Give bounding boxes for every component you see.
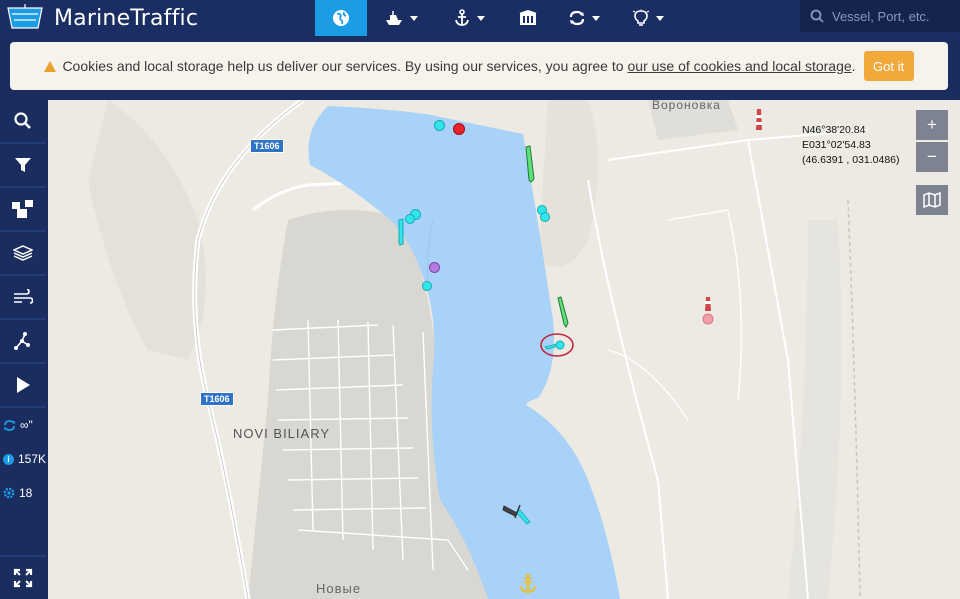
- cookie-policy-link[interactable]: our use of cookies and local storage: [628, 58, 852, 74]
- place-label-novye: Новые: [316, 581, 362, 596]
- stat-nearby[interactable]: 18: [0, 476, 46, 510]
- vessel-icon[interactable]: [397, 218, 405, 246]
- building-icon: [519, 10, 537, 25]
- nav-services[interactable]: [503, 0, 553, 36]
- stat-refresh[interactable]: ∞": [0, 408, 46, 442]
- logo[interactable]: MarineTraffic: [0, 0, 198, 36]
- fleet-icon: [12, 200, 33, 218]
- left-sidebar: ∞" i 157K 18: [0, 100, 46, 599]
- lighthouse-icon[interactable]: [701, 296, 715, 326]
- wind-icon: [14, 289, 33, 304]
- got-it-button[interactable]: Got it: [863, 51, 914, 81]
- map-icon: [923, 192, 941, 208]
- chevron-down-icon: [477, 15, 485, 21]
- marinetraffic-app: MarineTraffic Vessel, Port, etc. Cookies…: [0, 0, 960, 599]
- lightbulb-icon: [632, 9, 650, 26]
- sidebar-search-button[interactable]: [0, 100, 46, 144]
- nearby-count-value: 18: [19, 486, 33, 500]
- selected-vessel[interactable]: [540, 332, 576, 358]
- ship-icon: [386, 11, 402, 25]
- vessel-icon[interactable]: [501, 500, 533, 528]
- play-icon: [17, 377, 30, 393]
- sidebar-layers-button[interactable]: [0, 232, 46, 276]
- vessel-marker[interactable]: [540, 212, 550, 222]
- search-box: [800, 0, 960, 32]
- railway: [847, 199, 861, 599]
- app-title: MarineTraffic: [54, 5, 199, 31]
- vessel-icon[interactable]: [522, 145, 536, 183]
- marinetraffic-logo-icon: [7, 4, 43, 29]
- lighthouse-icon[interactable]: [753, 108, 765, 132]
- vessel-search-input[interactable]: [832, 8, 952, 24]
- warning-icon: [44, 60, 57, 72]
- chevron-down-icon: [592, 15, 600, 21]
- vessel-marker[interactable]: [405, 214, 415, 224]
- map-type-button[interactable]: [916, 185, 948, 215]
- sidebar-measure-button[interactable]: [0, 320, 46, 364]
- filter-icon: [15, 158, 31, 172]
- latitude-text: N46°38'20.84: [802, 124, 866, 136]
- cookie-banner: Cookies and local storage help us delive…: [10, 42, 948, 90]
- info-icon: i: [3, 453, 14, 465]
- road-shield: T1606: [200, 392, 234, 406]
- anchor-icon[interactable]: [519, 574, 537, 594]
- main-nav: [315, 0, 681, 36]
- gear-icon: [3, 487, 15, 499]
- refresh-icon: [4, 419, 15, 431]
- nav-sync-menu[interactable]: [553, 0, 615, 36]
- road-shield: T1606: [250, 139, 284, 153]
- zoom-controls: + −: [916, 110, 948, 172]
- sidebar-fleets-button[interactable]: [0, 188, 46, 232]
- sync-icon: [569, 10, 585, 26]
- vessel-marker[interactable]: [429, 262, 440, 273]
- refresh-interval-value: ∞": [20, 418, 33, 432]
- vessel-marker[interactable]: [422, 281, 432, 291]
- cookie-text-end: .: [851, 58, 856, 74]
- layers-icon: [13, 245, 33, 261]
- decimal-coordinates-text: (46.6391 , 031.0486): [802, 154, 900, 166]
- top-navigation-bar: MarineTraffic: [0, 0, 960, 36]
- sidebar-weather-button[interactable]: [0, 276, 46, 320]
- zoom-out-button[interactable]: −: [916, 142, 948, 172]
- nav-ideas-menu[interactable]: [615, 0, 681, 36]
- measure-icon: [14, 332, 30, 350]
- vessel-count-value: 157K: [17, 452, 46, 466]
- road: [607, 209, 743, 421]
- cookie-text: Cookies and local storage help us delive…: [62, 58, 624, 74]
- chevron-down-icon: [410, 15, 418, 21]
- longitude-text: E031°02'54.83: [802, 139, 871, 151]
- terrain-shade: [88, 100, 206, 360]
- map-canvas[interactable]: Вороновка NOVI BILIARY Новые T1606 T1606…: [48, 100, 960, 599]
- globe-icon: [333, 10, 349, 26]
- nav-live-map[interactable]: [315, 0, 367, 36]
- terrain-shade: [788, 220, 842, 599]
- place-label-novi-biliary: NOVI BILIARY: [233, 426, 331, 441]
- stat-vessels[interactable]: i 157K: [0, 442, 46, 476]
- nav-ships-menu[interactable]: [367, 0, 435, 36]
- vessel-icon[interactable]: [556, 296, 570, 328]
- sidebar-filters-button[interactable]: [0, 144, 46, 188]
- zoom-in-button[interactable]: +: [916, 110, 948, 140]
- search-icon: [14, 112, 31, 129]
- fullscreen-button[interactable]: [0, 555, 46, 599]
- nav-ports-menu[interactable]: [435, 0, 503, 36]
- coordinates-readout: N46°38'20.84 E031°02'54.83 (46.6391 , 03…: [802, 123, 900, 168]
- place-label-voronovka: Вороновка: [652, 100, 721, 112]
- vessel-marker[interactable]: [434, 120, 445, 131]
- chevron-down-icon: [656, 15, 664, 21]
- sidebar-playback-button[interactable]: [0, 364, 46, 408]
- anchor-icon: [455, 9, 469, 26]
- fullscreen-icon: [13, 568, 33, 588]
- search-icon: [810, 9, 824, 23]
- vessel-marker[interactable]: [453, 123, 465, 135]
